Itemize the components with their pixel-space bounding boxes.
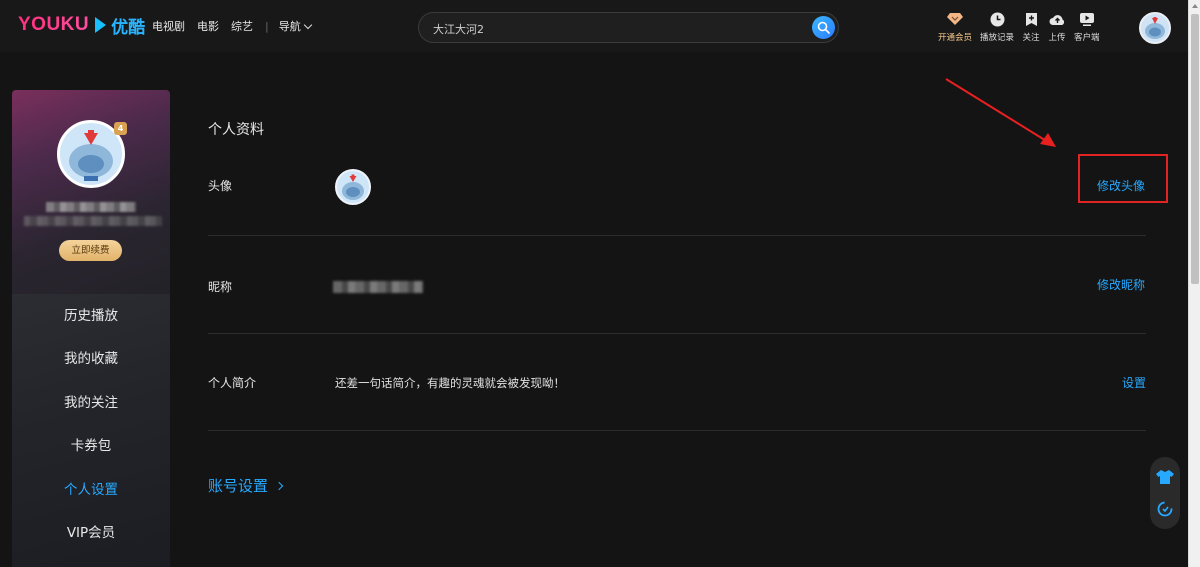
sidebar-item-coupons[interactable]: 卡券包: [12, 434, 170, 458]
clock-icon: [988, 10, 1006, 28]
edit-nickname-link[interactable]: 修改昵称: [1097, 276, 1145, 293]
blurred-nickname: [333, 281, 423, 293]
scroll-up-arrow-icon[interactable]: [1192, 4, 1198, 8]
sidebar-item-settings[interactable]: 个人设置: [12, 478, 170, 502]
divider: [208, 430, 1146, 431]
tool-follow[interactable]: 关注: [1022, 10, 1040, 43]
tool-client[interactable]: 客户端: [1074, 10, 1100, 43]
floating-toolbar: [1150, 457, 1180, 529]
bio-text: 还差一句话简介，有趣的灵魂就会被发现呦！: [335, 376, 565, 390]
tv-play-icon: [1078, 10, 1096, 28]
feedback-refresh-icon[interactable]: [1155, 499, 1175, 519]
youku-logo[interactable]: YOUKU 优酷: [18, 14, 146, 38]
tool-vip[interactable]: 开通会员: [938, 10, 972, 43]
tool-upload-label: 上传: [1048, 33, 1066, 43]
tshirt-icon[interactable]: [1155, 467, 1175, 487]
tool-upload[interactable]: 上传: [1048, 10, 1066, 43]
avatar-label: 头像: [208, 179, 233, 193]
search-icon: [817, 21, 830, 34]
top-navigation-bar: YOUKU 优酷 电视剧 电影 综艺 | 导航 大江大河2 开通会员 播放记录 …: [0, 0, 1188, 52]
nav-item-tv[interactable]: 电视剧: [152, 18, 185, 34]
account-settings-link[interactable]: 账号设置: [208, 475, 284, 496]
tool-history-label: 播放记录: [980, 33, 1015, 43]
main-nav: 电视剧 电影 综艺 | 导航: [152, 18, 335, 34]
renew-button[interactable]: 立即续费: [59, 240, 122, 261]
sidebar-profile-header: 4 立即续费: [12, 90, 170, 294]
blurred-user-id: [24, 216, 162, 226]
header-tools: 开通会员 播放记录 关注 上传 客户端: [938, 10, 1108, 43]
sidebar-item-favorites[interactable]: 我的收藏: [12, 347, 170, 371]
nav-guide-dropdown[interactable]: 导航: [279, 18, 323, 34]
red-highlight-box: [1078, 154, 1168, 203]
sidebar-item-history[interactable]: 历史播放: [12, 304, 170, 328]
divider: [208, 333, 1146, 334]
profile-sidebar: 4 立即续费 历史播放 我的收藏 我的关注 卡券包 个人设置 VIP会员: [12, 90, 170, 567]
search-button[interactable]: [812, 16, 835, 39]
scroll-thumb[interactable]: [1191, 14, 1199, 284]
nickname-label: 昵称: [208, 280, 233, 294]
nav-item-movie[interactable]: 电影: [197, 18, 219, 34]
bio-label: 个人简介: [208, 376, 257, 390]
robot-avatar-icon: [69, 130, 113, 181]
chevron-right-icon: [274, 481, 284, 490]
nav-guide-label: 导航: [278, 20, 301, 33]
account-settings-label: 账号设置: [208, 477, 269, 495]
sidebar-item-following[interactable]: 我的关注: [12, 391, 170, 415]
search-input[interactable]: 大江大河2: [433, 21, 484, 37]
page-title: 个人资料: [208, 122, 264, 138]
cloud-upload-icon: [1048, 10, 1066, 28]
search-box: 大江大河2: [418, 12, 839, 43]
diamond-icon: [946, 10, 964, 28]
nav-separator: |: [265, 19, 269, 33]
sidebar-menu: 历史播放 我的收藏 我的关注 卡券包 个人设置 VIP会员: [12, 294, 170, 567]
play-triangle-icon: [95, 17, 107, 33]
tool-client-label: 客户端: [1074, 33, 1100, 43]
divider: [208, 235, 1146, 236]
logo-text-cn: 优酷: [111, 17, 146, 38]
chevron-down-icon: [303, 20, 312, 29]
robot-avatar-icon: [1145, 17, 1165, 39]
tool-vip-label: 开通会员: [938, 33, 973, 43]
tool-history[interactable]: 播放记录: [980, 10, 1014, 43]
bookmark-plus-icon: [1022, 10, 1040, 28]
logo-text-en: YOUKU: [18, 14, 90, 35]
red-arrow-annotation: [945, 78, 1056, 147]
robot-avatar-icon: [342, 174, 364, 200]
user-avatar[interactable]: [1139, 12, 1171, 44]
tool-follow-label: 关注: [1022, 33, 1040, 43]
page-scrollbar[interactable]: [1188, 0, 1200, 567]
profile-avatar: [335, 169, 371, 205]
nav-item-variety[interactable]: 综艺: [231, 18, 253, 34]
edit-bio-link[interactable]: 设置: [1122, 374, 1146, 391]
level-badge: 4: [114, 122, 127, 135]
blurred-username: [46, 202, 136, 212]
sidebar-item-vip[interactable]: VIP会员: [12, 521, 170, 545]
